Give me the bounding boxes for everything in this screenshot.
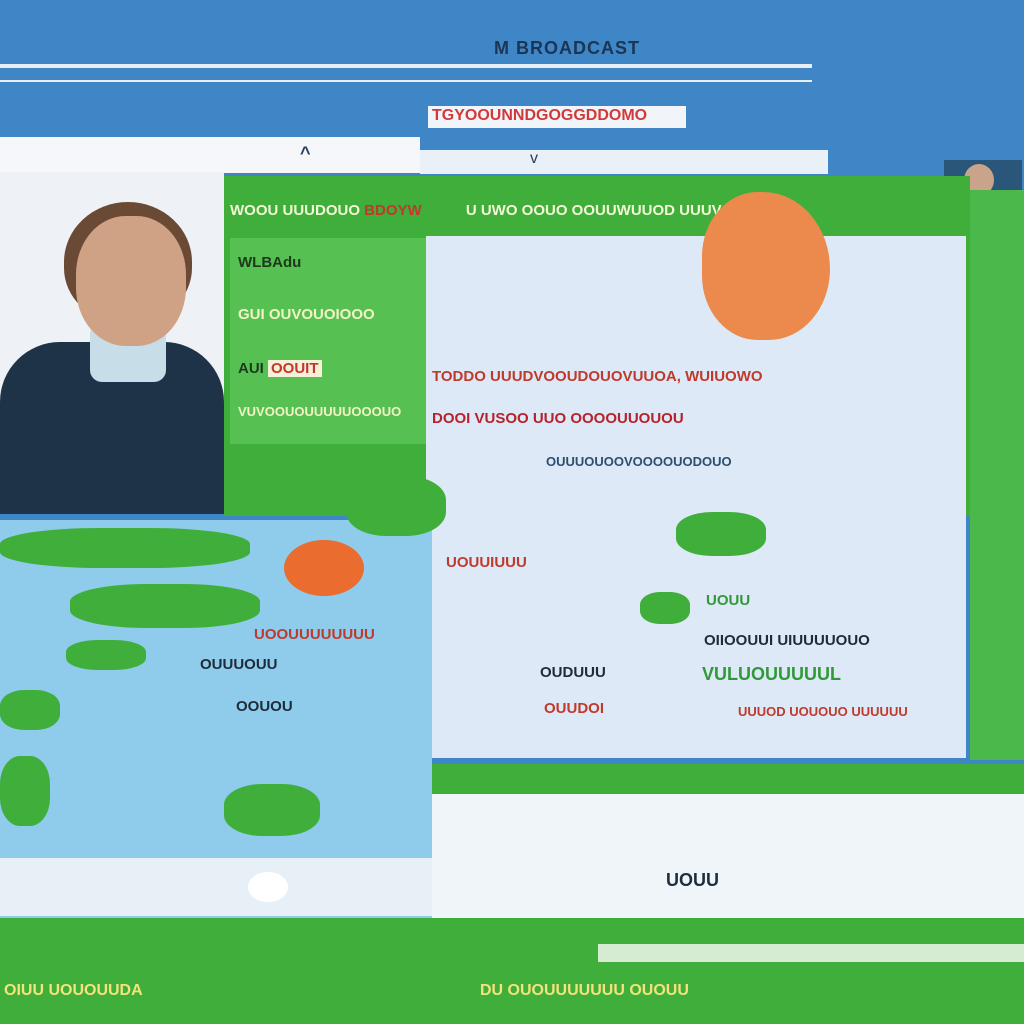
map-scroll-thumb[interactable] [248, 872, 288, 902]
stat-1: UOUU [706, 592, 751, 609]
summary-line-3-prefix: AUI [238, 360, 264, 377]
region-marker-icon[interactable] [284, 540, 364, 596]
news-ticker [0, 918, 1024, 1024]
right-edge-strip [970, 190, 1024, 760]
collapse-icon[interactable]: ^ [300, 143, 311, 164]
detail-panel-header [432, 764, 1024, 794]
map-landmass [0, 756, 50, 826]
map-landmass [0, 690, 60, 730]
summary-line-3: AUI OOUIT [238, 360, 428, 377]
chevron-down-icon[interactable]: v [530, 150, 538, 168]
map-label-2: OUUUOUU [200, 656, 278, 673]
map-label-4: UOUUIUUU [446, 554, 527, 571]
tab-strip-right[interactable]: v [420, 150, 828, 174]
map-landmass [70, 584, 260, 628]
panel-header-text: WOOU UUUDOUO [230, 202, 360, 219]
panel-header: WOOU UUUDOUO BDOYW U UWO OOUO OOUUWUUOD … [230, 202, 966, 228]
map-landmass [224, 784, 320, 836]
summary-line-3-highlight: OOUIT [268, 360, 322, 377]
info-line-2: DOOI VUSOO UUO OOOOUUOUOU [432, 410, 684, 427]
ticker-text-left: OIUU UOUOUUDA [4, 982, 143, 999]
map-scrollbar[interactable] [0, 858, 432, 916]
tab-strip-left[interactable]: ^ [0, 137, 420, 173]
stat-5: UUUOD UOUOUO UUUUUU [738, 704, 908, 719]
stat-4: VULUOUUUUUL [702, 664, 841, 684]
summary-card[interactable]: WLBAdu GUI OUVOUOIOOO AUI OOUIT VUVOOUOU… [230, 238, 426, 444]
location-marker-icon[interactable] [702, 192, 830, 340]
map-landmass [676, 512, 766, 556]
app-title: M BROADCAST [494, 38, 640, 58]
header-divider-thin [0, 80, 812, 82]
summary-line-2: GUI OUVOUOIOOO [238, 306, 375, 323]
detail-panel-label: UOUU [666, 870, 719, 890]
presenter-video [0, 172, 224, 514]
summary-line-4: VUVOOUOUUUUUOOOUO [238, 404, 402, 419]
map-label-3: OOUOU [236, 698, 293, 715]
map-label-1: UOOUUUUUUUU [254, 626, 375, 643]
summary-line-1: WLBAdu [238, 254, 302, 271]
stat-3: OUDUUU [540, 664, 606, 681]
map-landmass [346, 476, 446, 536]
map-landmass [0, 528, 250, 568]
info-line-1: TODDO UUUDVOOUDOUOVUUOA, WUIUOWO [432, 368, 763, 385]
info-line-3: OUUUOUOOVOOOOUODOUO [546, 454, 732, 469]
stat-6: OUUDOI [544, 700, 604, 717]
info-card: TODDO UUUDVOOUDOUOVUUOA, WUIUOWO DOOI VU… [426, 236, 966, 758]
presenter-face [76, 216, 186, 346]
subtitle-banner: TGYOOUNNDGOGGDDOMO [428, 106, 686, 128]
ticker-band [598, 944, 1024, 962]
ticker-text-right: DU OUOUUUUUUU OUOUU [480, 982, 689, 999]
panel-header-right: U UWO OOUO OOUUWUUOD UUUV OU [465, 202, 749, 219]
stat-2: OIIOOUUI UIUUUUOUO [704, 632, 870, 649]
header-divider [0, 64, 812, 68]
map-landmass [66, 640, 146, 670]
map-landmass [640, 592, 690, 624]
panel-header-highlight: BDOYW [364, 202, 422, 219]
